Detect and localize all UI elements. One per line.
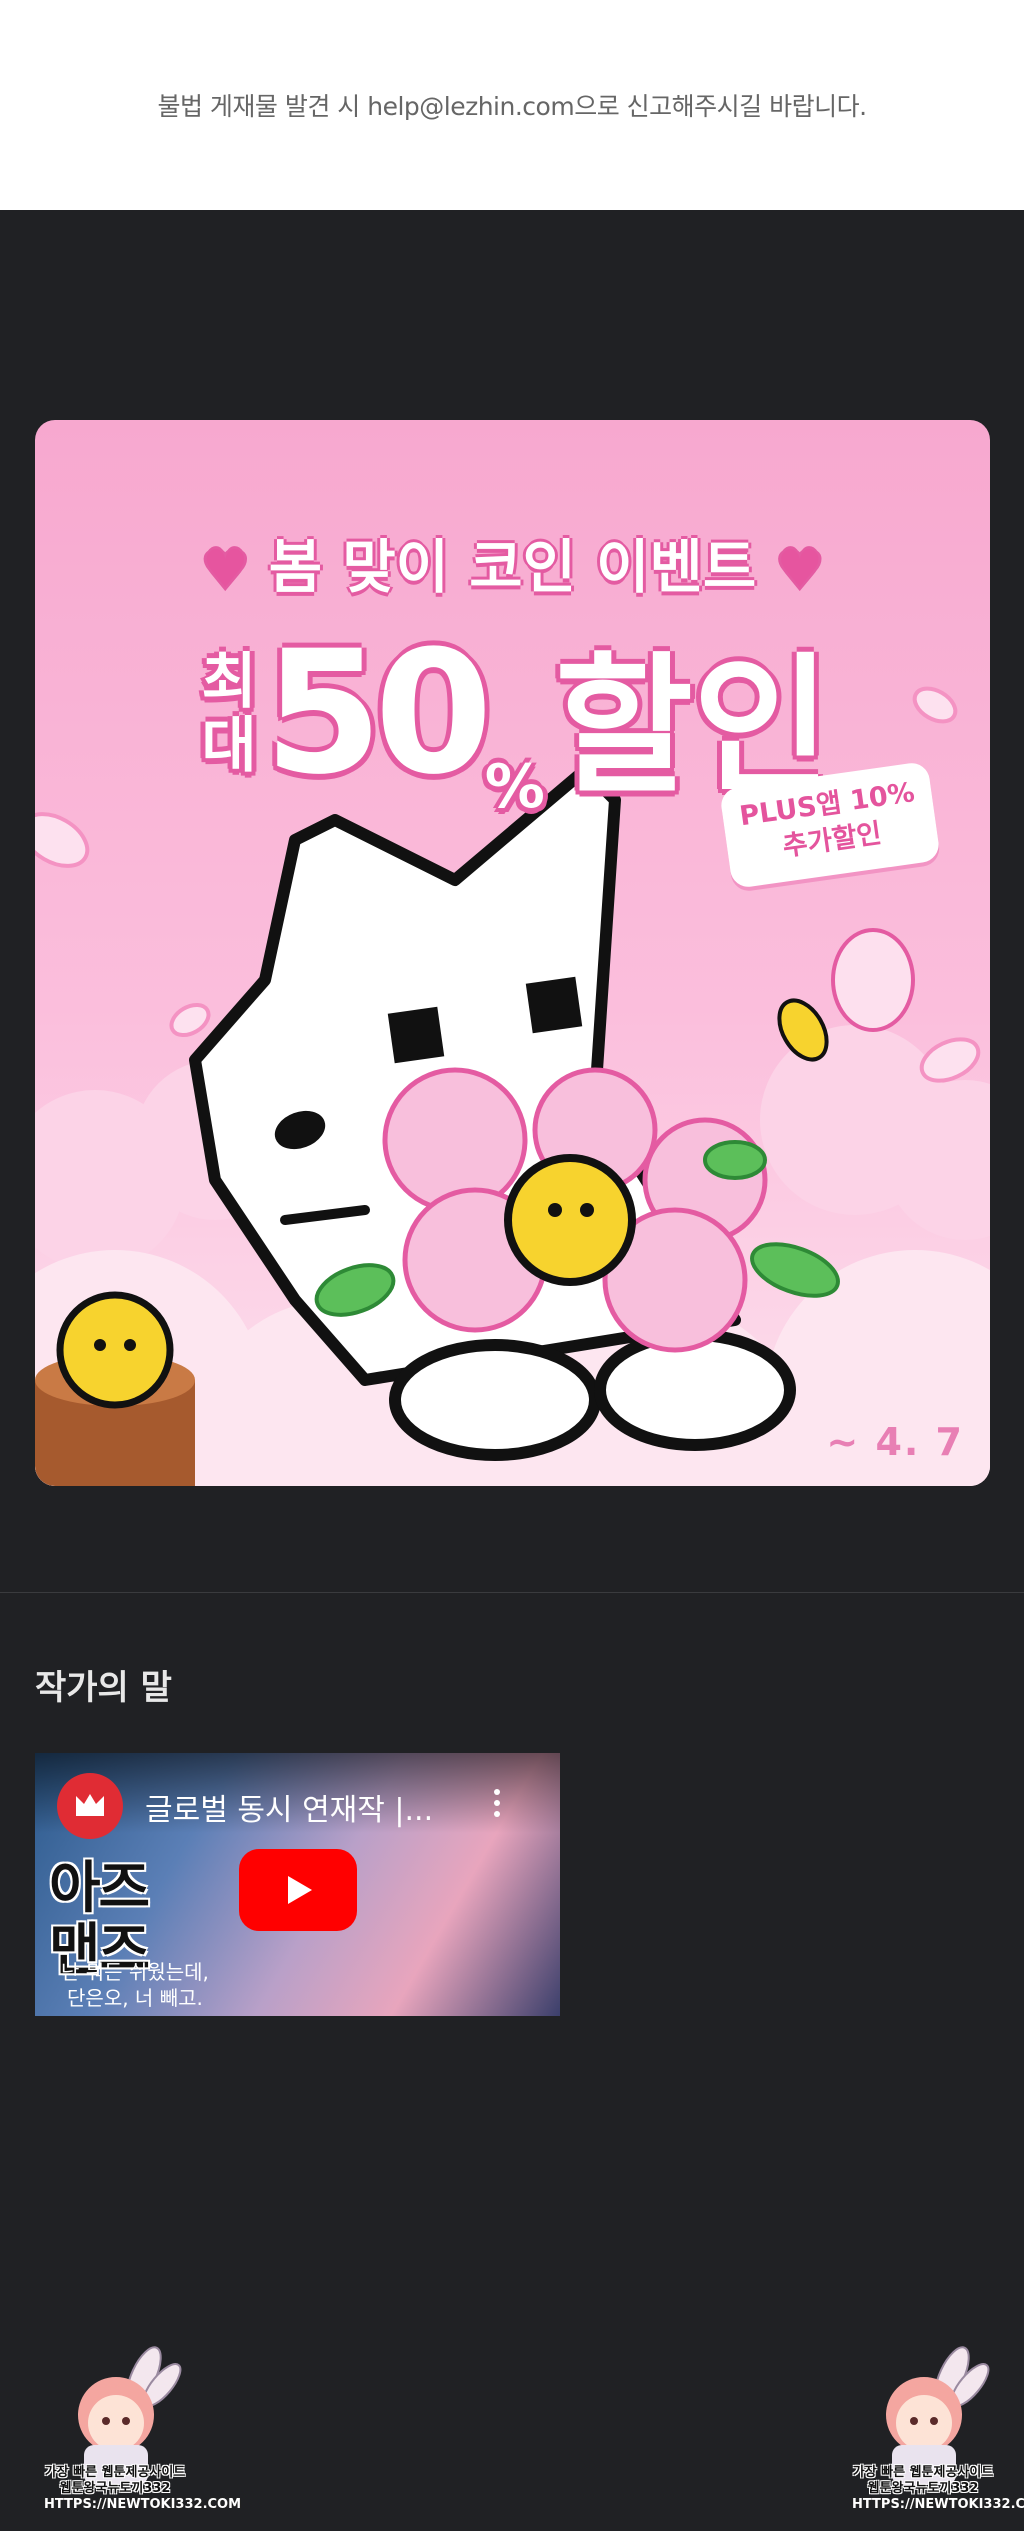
promo-sub2: 단은오, 너 빼고.: [67, 1986, 203, 2010]
promo-line1: 아즈: [49, 1856, 150, 1921]
report-notice-text: 불법 게재물 발견 시 help@lezhin.com으로 신고해주시길 바랍니…: [157, 92, 867, 121]
video-promo-subtitle: 난 뭐든 쉬웠는데, 단은오, 너 빼고.: [61, 1959, 209, 2011]
ad-line2: 웹툰왕국뉴토끼332: [867, 2481, 979, 2496]
video-title[interactable]: 글로벌 동시 연재작 |...: [145, 1785, 475, 1829]
section-divider: [0, 1592, 1024, 1593]
ad-text: 가장 빠른 웹툰제공사이트 웹툰왕국뉴토끼332 HTTPS://NEWTOKI…: [44, 2465, 242, 2513]
banner-end-date: ~ 4. 7: [826, 1420, 964, 1464]
youtube-video-embed[interactable]: 아즈 맨즈 난 뭐든 쉬웠는데, 단은오, 너 빼고. 글로벌 동시 연재작 |…: [35, 1753, 560, 2016]
more-vert-icon[interactable]: [482, 1783, 512, 1823]
prefix-bottom: 대: [201, 710, 257, 781]
channel-avatar[interactable]: [57, 1773, 123, 1839]
heart-icon: ♥: [776, 540, 824, 600]
coin-event-banner[interactable]: ♥ 봄 맞이 코인 이벤트 ♥ 최 대 50%할인 PLUS앱 10% 추가할인…: [35, 420, 990, 1486]
report-notice-bar: 불법 게재물 발견 시 help@lezhin.com으로 신고해주시길 바랍니…: [0, 0, 1024, 210]
ad-url: HTTPS://NEWTOKI332.COM: [852, 2497, 1024, 2512]
ad-line1: 가장 빠른 웹툰제공사이트: [852, 2465, 994, 2480]
banner-discount-prefix: 최 대: [194, 650, 264, 778]
promo-sub1: 난 뭐든 쉬웠는데,: [61, 1960, 209, 1984]
heart-icon: ♥: [201, 540, 249, 600]
play-icon: [288, 1876, 312, 1904]
play-button[interactable]: [239, 1849, 357, 1931]
newtoki-ad-badge-right[interactable]: 가장 빠른 웹툰제공사이트 웹툰왕국뉴토끼332 HTTPS://NEWTOKI…: [852, 2345, 1024, 2515]
prefix-top: 최: [201, 646, 257, 717]
newtoki-ad-badge-left[interactable]: 가장 빠른 웹툰제공사이트 웹툰왕국뉴토끼332 HTTPS://NEWTOKI…: [44, 2345, 242, 2515]
banner-headline: ♥ 봄 맞이 코인 이벤트 ♥: [35, 520, 990, 604]
ad-line1: 가장 빠른 웹툰제공사이트: [44, 2465, 186, 2480]
banner-discount-percent: %: [484, 752, 545, 822]
banner-headline-text: 봄 맞이 코인 이벤트: [268, 533, 757, 601]
ad-line2: 웹툰왕국뉴토끼332: [59, 2481, 171, 2496]
lezhin-logo-icon: [76, 1794, 104, 1816]
banner-discount-number: 50: [264, 614, 493, 813]
ad-text: 가장 빠른 웹툰제공사이트 웹툰왕국뉴토끼332 HTTPS://NEWTOKI…: [852, 2465, 1024, 2513]
ad-url: HTTPS://NEWTOKI332.COM: [44, 2497, 242, 2512]
author-note-title: 작가의 말: [35, 1668, 172, 1708]
